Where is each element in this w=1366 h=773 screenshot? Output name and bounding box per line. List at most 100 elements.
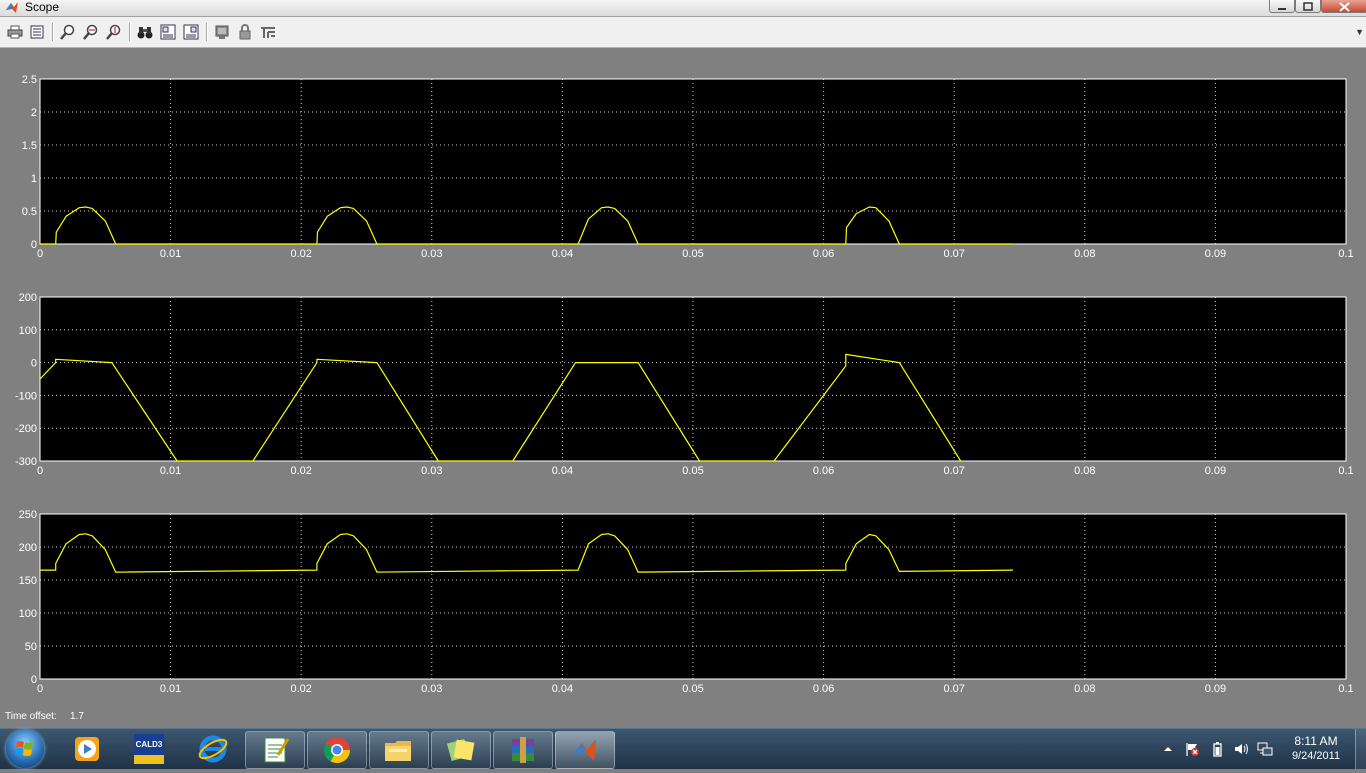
sticky-notes-icon — [446, 738, 475, 762]
x-tick-label: 0.05 — [682, 465, 703, 477]
taskbar-chrome[interactable] — [307, 731, 367, 769]
x-tick-label: 0.02 — [290, 683, 311, 695]
x-tick-label: 0.05 — [682, 683, 703, 695]
scope-plots: 0 0.01 0.02 0.03 0.04 0.05 0.06 0.07 0.08 0.09 0.1… — [15, 74, 1354, 695]
y-tick-label: 1.5 — [22, 140, 37, 152]
show-hidden-icons-icon — [1164, 747, 1172, 751]
winrar-icon — [512, 737, 534, 763]
save-axes-button[interactable] — [158, 22, 178, 42]
media-player-icon — [75, 737, 99, 761]
show-desktop-button[interactable] — [1355, 729, 1366, 769]
taskbar-cald3[interactable]: CALD3 — [120, 731, 178, 767]
y-tick-label: -100 — [15, 390, 37, 402]
signal-selection-button[interactable] — [258, 22, 278, 42]
zoom-button[interactable] — [58, 22, 78, 42]
printer-icon — [7, 25, 23, 39]
x-tick-label: 0.04 — [552, 465, 573, 477]
window-titlebar[interactable]: Scope — [0, 0, 1366, 17]
lock-icon — [239, 24, 251, 40]
y-tick-label: -300 — [15, 456, 37, 468]
volume-icon — [1235, 743, 1248, 755]
clock-time[interactable]: 8:11 AM — [1276, 734, 1356, 748]
x-tick-label: 0.06 — [813, 248, 834, 260]
clock-date[interactable]: 9/24/2011 — [1276, 750, 1356, 762]
x-tick-label: 0.03 — [421, 465, 442, 477]
parameters-icon — [30, 25, 44, 39]
x-tick-label: 0.1 — [1338, 465, 1353, 477]
x-tick-label: 0.07 — [943, 248, 964, 260]
x-tick-label: 0.09 — [1205, 683, 1226, 695]
minimize-icon — [1278, 8, 1286, 10]
x-tick-label: 0 — [37, 683, 43, 695]
windows-start-icon — [15, 741, 33, 756]
x-tick-label: 0.04 — [552, 683, 573, 695]
autoscale-button[interactable] — [135, 22, 155, 42]
show-hidden-icons-button[interactable] — [1160, 741, 1176, 757]
toolbar-overflow-icon[interactable]: ▼ — [1355, 27, 1364, 37]
y-tick-label: 0 — [31, 358, 37, 370]
zoom-y-icon — [106, 24, 121, 40]
x-tick-label: 0.03 — [421, 248, 442, 260]
taskbar-notepad[interactable] — [245, 731, 305, 769]
x-tick-label: 0.08 — [1074, 683, 1095, 695]
signal-selection-icon — [261, 27, 275, 38]
start-button[interactable] — [6, 730, 44, 768]
y-tick-label: 50 — [25, 641, 37, 653]
matlab-icon — [6, 2, 18, 13]
cald3-label: CALD3 — [136, 740, 163, 749]
internet-explorer-icon — [198, 735, 228, 763]
y-tick-label: 2.5 — [22, 74, 37, 86]
restore-axes-icon — [183, 24, 199, 40]
battery-icon — [1213, 742, 1222, 757]
network-icon — [1257, 742, 1273, 756]
action-center-button[interactable] — [1184, 741, 1200, 757]
battery-button[interactable] — [1209, 741, 1225, 757]
x-tick-label: 0.06 — [813, 465, 834, 477]
y-tick-label: 0 — [31, 239, 37, 251]
taskbar-internet-explorer[interactable] — [184, 731, 242, 767]
minimize-button[interactable] — [1269, 0, 1295, 13]
x-tick-label: 0.03 — [421, 683, 442, 695]
y-tick-label: 150 — [19, 575, 37, 587]
close-icon — [1339, 2, 1350, 12]
print-button[interactable] — [5, 22, 25, 42]
parameters-button[interactable] — [27, 22, 47, 42]
x-tick-label: 0.07 — [943, 465, 964, 477]
y-tick-label: -200 — [15, 423, 37, 435]
x-tick-label: 0 — [37, 465, 43, 477]
y-tick-label: 250 — [19, 509, 37, 521]
close-button[interactable] — [1321, 0, 1366, 13]
x-tick-label: 0.01 — [160, 683, 181, 695]
x-tick-label: 0.08 — [1074, 248, 1095, 260]
taskbar-winrar[interactable] — [493, 731, 553, 769]
window-title: Scope — [25, 0, 60, 14]
network-button[interactable] — [1257, 741, 1273, 757]
taskbar-explorer[interactable] — [369, 731, 429, 769]
notepad-icon — [264, 737, 290, 763]
taskbar-matlab[interactable] — [555, 731, 615, 769]
x-tick-label: 0.05 — [682, 248, 703, 260]
maximize-button[interactable] — [1295, 0, 1321, 13]
floating-scope-button[interactable] — [212, 22, 232, 42]
zoom-y-button[interactable] — [104, 22, 124, 42]
time-offset-label: Time offset: — [5, 711, 57, 722]
zoom-x-button[interactable] — [81, 22, 101, 42]
x-tick-label: 0.1 — [1338, 683, 1353, 695]
x-tick-label: 0.01 — [160, 465, 181, 477]
restore-axes-button[interactable] — [181, 22, 201, 42]
action-center-flag-icon — [1186, 743, 1199, 756]
y-tick-label: 100 — [19, 608, 37, 620]
x-tick-label: 0.06 — [813, 683, 834, 695]
matlab-icon — [572, 739, 596, 761]
lock-axes-button[interactable] — [235, 22, 255, 42]
x-tick-label: 0.08 — [1074, 465, 1095, 477]
x-tick-label: 0.01 — [160, 248, 181, 260]
y-tick-label: 200 — [19, 542, 37, 554]
x-tick-label: 0.09 — [1205, 248, 1226, 260]
taskbar-media-player[interactable] — [58, 731, 116, 767]
y-tick-label: 0 — [31, 674, 37, 686]
taskbar-sticky-notes[interactable] — [431, 731, 491, 769]
chrome-icon — [323, 737, 351, 764]
x-tick-label: 0.02 — [290, 465, 311, 477]
volume-button[interactable] — [1233, 741, 1249, 757]
